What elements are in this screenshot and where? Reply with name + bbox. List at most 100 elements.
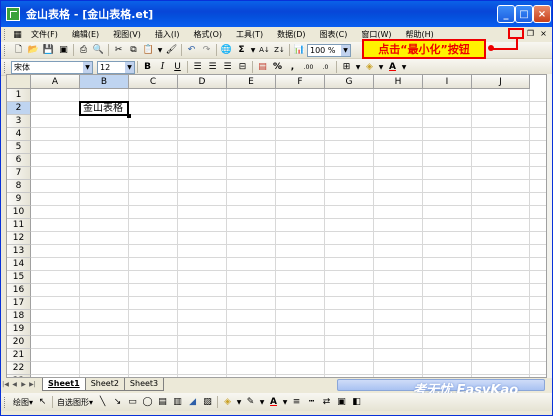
print-icon[interactable]: ⎙	[77, 44, 90, 57]
fill-color-icon[interactable]: ◈	[221, 396, 234, 409]
undo-icon[interactable]: ↶	[185, 44, 198, 57]
rectangle-icon[interactable]: ▭	[126, 396, 139, 409]
row-header-22[interactable]: 22	[7, 362, 31, 375]
line-style-icon[interactable]: ≡	[290, 396, 303, 409]
minimize-button[interactable]: _	[497, 5, 515, 23]
sheet-tab-3[interactable]: Sheet3	[123, 378, 165, 391]
sort-descending-icon[interactable]: Z↓	[273, 44, 286, 57]
font-size-select[interactable]: 12 ▼	[97, 60, 135, 74]
percent-button[interactable]: %	[271, 61, 284, 74]
new-icon[interactable]: 🗋	[12, 44, 25, 57]
oval-icon[interactable]: ◯	[141, 396, 154, 409]
open-icon[interactable]: 📂	[27, 44, 40, 57]
align-right-icon[interactable]: ☰	[221, 61, 234, 74]
decrease-decimal-button[interactable]: .0	[318, 61, 333, 74]
align-center-icon[interactable]: ☰	[206, 61, 219, 74]
column-header-c[interactable]: C	[129, 75, 178, 89]
insert-picture-icon[interactable]: ▨	[201, 396, 214, 409]
vertical-scrollbar[interactable]	[547, 74, 552, 378]
line-icon[interactable]: ╲	[96, 396, 109, 409]
row-header-8[interactable]: 8	[7, 180, 31, 193]
spreadsheet-grid[interactable]: ABCDEFGHIJ 1 2 3 4 5 6 7 8 9 10 11 12 13 14 15 16 17 18 19…	[6, 74, 547, 378]
last-sheet-icon[interactable]: ▶|	[28, 378, 37, 390]
bold-button[interactable]: B	[141, 61, 154, 74]
paste-icon[interactable]: 📋	[142, 44, 155, 57]
borders-icon[interactable]: ⊞	[340, 61, 353, 74]
chart-icon[interactable]: 📊	[293, 44, 306, 57]
doc-restore-button[interactable]: ❐	[525, 28, 536, 39]
textbox-icon[interactable]: ▤	[156, 396, 169, 409]
row-header-10[interactable]: 10	[7, 206, 31, 219]
sheet-tab-2[interactable]: Sheet2	[84, 378, 125, 391]
column-header-j[interactable]: J	[472, 75, 530, 89]
underline-button[interactable]: U	[171, 61, 184, 74]
redo-icon[interactable]: ↷	[200, 44, 213, 57]
prev-sheet-icon[interactable]: ◀	[10, 378, 19, 390]
row-header-11[interactable]: 11	[7, 219, 31, 232]
chevron-down-icon[interactable]: ▼	[355, 61, 361, 74]
shadow-icon[interactable]: ▣	[335, 396, 348, 409]
column-header-e[interactable]: E	[227, 75, 276, 89]
close-button[interactable]: ×	[533, 5, 551, 23]
row-header-7[interactable]: 7	[7, 167, 31, 180]
title-bar[interactable]: 金山表格 - [金山表格.et] _ □ ×	[1, 1, 552, 27]
select-pointer-icon[interactable]: ↖	[36, 396, 49, 409]
3d-style-icon[interactable]: ◧	[350, 396, 363, 409]
arrow-style-icon[interactable]: ⇄	[320, 396, 333, 409]
save-all-icon[interactable]: ▣	[57, 44, 70, 57]
menu-insert[interactable]: 插入(I)	[148, 29, 187, 40]
zoom-select[interactable]: 100 % ▼	[307, 43, 351, 57]
row-header-14[interactable]: 14	[7, 258, 31, 271]
menu-tools[interactable]: 工具(T)	[229, 29, 270, 40]
font-color-icon[interactable]: A	[267, 396, 280, 409]
increase-decimal-button[interactable]: .00	[301, 61, 316, 74]
row-header-18[interactable]: 18	[7, 310, 31, 323]
column-header-d[interactable]: D	[178, 75, 227, 89]
line-color-icon[interactable]: ✎	[244, 396, 257, 409]
menu-view[interactable]: 视图(V)	[106, 29, 148, 40]
maximize-button[interactable]: □	[515, 5, 533, 23]
currency-icon[interactable]: ▤	[256, 61, 269, 74]
arrow-icon[interactable]: ↘	[111, 396, 124, 409]
doc-close-button[interactable]: ×	[538, 28, 549, 39]
cut-icon[interactable]: ✂	[112, 44, 125, 57]
row-header-17[interactable]: 17	[7, 297, 31, 310]
row-header-20[interactable]: 20	[7, 336, 31, 349]
copy-icon[interactable]: ⧉	[127, 44, 140, 57]
select-all-corner[interactable]	[7, 75, 31, 89]
chevron-down-icon[interactable]: ▼	[259, 396, 265, 409]
chevron-down-icon[interactable]: ▼	[378, 61, 384, 74]
row-header-16[interactable]: 16	[7, 284, 31, 297]
row-header-2[interactable]: 2	[7, 102, 31, 115]
menu-data[interactable]: 数据(D)	[270, 29, 312, 40]
print-preview-icon[interactable]: 🔍	[92, 44, 105, 57]
row-header-6[interactable]: 6	[7, 154, 31, 167]
chevron-down-icon[interactable]: ▼	[250, 44, 256, 57]
menu-file[interactable]: 文件(F)	[24, 29, 65, 40]
save-icon[interactable]: 💾	[42, 44, 55, 57]
column-header-g[interactable]: G	[325, 75, 374, 89]
sort-ascending-icon[interactable]: A↓	[258, 44, 271, 57]
hyperlink-icon[interactable]: 🌐	[220, 44, 233, 57]
autoshapes-menu-button[interactable]: 自选图形▾	[55, 397, 95, 408]
chevron-down-icon[interactable]: ▼	[236, 396, 242, 409]
menu-format[interactable]: 格式(O)	[186, 29, 229, 40]
sheet-tab-1[interactable]: Sheet1	[42, 378, 86, 391]
align-left-icon[interactable]: ☰	[191, 61, 204, 74]
first-sheet-icon[interactable]: |◀	[1, 378, 10, 390]
active-cell[interactable]: 金山表格	[79, 101, 131, 118]
row-header-1[interactable]: 1	[7, 89, 31, 102]
autosum-icon[interactable]: Σ	[235, 44, 248, 57]
menu-chart[interactable]: 图表(C)	[313, 29, 355, 40]
row-header-15[interactable]: 15	[7, 271, 31, 284]
row-header-9[interactable]: 9	[7, 193, 31, 206]
column-header-i[interactable]: I	[423, 75, 472, 89]
chevron-down-icon[interactable]: ▼	[401, 61, 407, 74]
italic-button[interactable]: I	[156, 61, 169, 74]
wordart-icon[interactable]: ◢	[186, 396, 199, 409]
comma-button[interactable]: ,	[286, 61, 299, 74]
vertical-textbox-icon[interactable]: ▥	[171, 396, 184, 409]
merge-center-icon[interactable]: ⊟	[236, 61, 249, 74]
row-header-12[interactable]: 12	[7, 232, 31, 245]
next-sheet-icon[interactable]: ▶	[19, 378, 28, 390]
